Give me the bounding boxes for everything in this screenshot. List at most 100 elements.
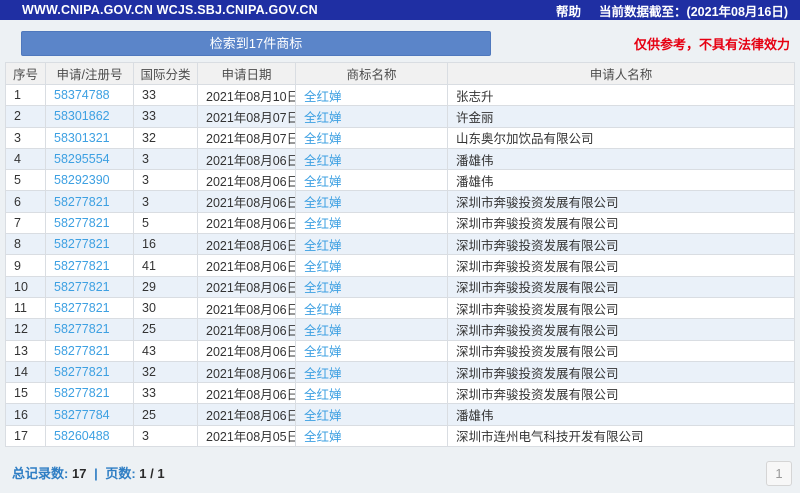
table-header-row: 序号申请/注册号国际分类申请日期商标名称申请人名称 xyxy=(6,63,795,85)
trademark-name-link[interactable]: 全红婵 xyxy=(304,367,342,381)
applicant-name-cell: 深圳市奔骏投资发展有限公司 xyxy=(448,340,795,361)
trademark-name-cell: 全红婵 xyxy=(296,212,448,233)
intl-class-cell: 33 xyxy=(134,383,198,404)
application-number-link[interactable]: 58277821 xyxy=(54,322,110,336)
table-row: 158374788332021年08月10日全红婵张志升 xyxy=(6,85,795,106)
trademark-name-link[interactable]: 全红婵 xyxy=(304,388,342,402)
column-header: 申请人名称 xyxy=(448,63,795,85)
application-number-link[interactable]: 58277821 xyxy=(54,365,110,379)
application-number-cell: 58301321 xyxy=(46,127,134,148)
application-number-link[interactable]: 58277821 xyxy=(54,301,110,315)
application-number-link[interactable]: 58277821 xyxy=(54,237,110,251)
application-number-link[interactable]: 58260488 xyxy=(54,429,110,443)
application-date-cell: 2021年08月06日 xyxy=(198,276,296,297)
trademark-name-link[interactable]: 全红婵 xyxy=(304,324,342,338)
trademark-name-link[interactable]: 全红婵 xyxy=(304,281,342,295)
applicant-name-cell: 深圳市奔骏投资发展有限公司 xyxy=(448,383,795,404)
row-index-cell: 17 xyxy=(6,425,46,446)
page-1-button[interactable]: 1 xyxy=(766,461,792,486)
column-header: 申请日期 xyxy=(198,63,296,85)
application-date-cell: 2021年08月07日 xyxy=(198,127,296,148)
trademark-name-link[interactable]: 全红婵 xyxy=(304,239,342,253)
trademark-name-link[interactable]: 全红婵 xyxy=(304,154,342,168)
intl-class-cell: 25 xyxy=(134,319,198,340)
intl-class-cell: 32 xyxy=(134,127,198,148)
column-header: 申请/注册号 xyxy=(46,63,134,85)
trademark-name-cell: 全红婵 xyxy=(296,297,448,318)
topbar: WWW.CNIPA.GOV.CN WCJS.SBJ.CNIPA.GOV.CN 帮… xyxy=(0,0,800,20)
trademark-name-cell: 全红婵 xyxy=(296,234,448,255)
toolbar: 检索到17件商标 仅供参考，不具有法律效力 xyxy=(21,31,792,56)
intl-class-cell: 3 xyxy=(134,170,198,191)
applicant-name-cell: 山东奥尔加饮品有限公司 xyxy=(448,127,795,148)
row-index-cell: 6 xyxy=(6,191,46,212)
application-number-cell: 58277821 xyxy=(46,212,134,233)
application-number-link[interactable]: 58277821 xyxy=(54,195,110,209)
results-tbody: 158374788332021年08月10日全红婵张志升258301862332… xyxy=(6,85,795,447)
row-index-cell: 14 xyxy=(6,361,46,382)
application-number-link[interactable]: 58277784 xyxy=(54,408,110,422)
intl-class-cell: 33 xyxy=(134,85,198,106)
application-date-cell: 2021年08月06日 xyxy=(198,234,296,255)
applicant-name-cell: 深圳市奔骏投资发展有限公司 xyxy=(448,361,795,382)
trademark-name-link[interactable]: 全红婵 xyxy=(304,90,342,104)
row-index-cell: 12 xyxy=(6,319,46,340)
application-number-link[interactable]: 58277821 xyxy=(54,259,110,273)
application-number-link[interactable]: 58374788 xyxy=(54,88,110,102)
help-link[interactable]: 帮助 xyxy=(556,1,581,20)
trademark-name-link[interactable]: 全红婵 xyxy=(304,409,342,423)
application-number-link[interactable]: 58277821 xyxy=(54,344,110,358)
application-number-link[interactable]: 58277821 xyxy=(54,216,110,230)
trademark-name-link[interactable]: 全红婵 xyxy=(304,430,342,444)
intl-class-cell: 33 xyxy=(134,106,198,127)
table-row: 858277821162021年08月06日全红婵深圳市奔骏投资发展有限公司 xyxy=(6,234,795,255)
application-date-cell: 2021年08月10日 xyxy=(198,85,296,106)
intl-class-cell: 25 xyxy=(134,404,198,425)
trademark-name-link[interactable]: 全红婵 xyxy=(304,175,342,189)
search-result-count-button[interactable]: 检索到17件商标 xyxy=(21,31,491,56)
application-number-link[interactable]: 58295554 xyxy=(54,152,110,166)
application-number-link[interactable]: 58277821 xyxy=(54,280,110,294)
application-number-cell: 58260488 xyxy=(46,425,134,446)
application-number-link[interactable]: 58301862 xyxy=(54,109,110,123)
applicant-name-cell: 深圳市奔骏投资发展有限公司 xyxy=(448,319,795,340)
trademark-name-link[interactable]: 全红婵 xyxy=(304,217,342,231)
application-date-cell: 2021年08月06日 xyxy=(198,148,296,169)
trademark-name-cell: 全红婵 xyxy=(296,106,448,127)
footer: 总记录数: 17 | 页数: 1 / 1 1 xyxy=(12,463,792,491)
application-number-cell: 58277784 xyxy=(46,404,134,425)
trademark-name-cell: 全红婵 xyxy=(296,148,448,169)
table-row: 1458277821322021年08月06日全红婵深圳市奔骏投资发展有限公司 xyxy=(6,361,795,382)
application-number-link[interactable]: 58301321 xyxy=(54,131,110,145)
trademark-name-link[interactable]: 全红婵 xyxy=(304,132,342,146)
row-index-cell: 13 xyxy=(6,340,46,361)
application-number-cell: 58277821 xyxy=(46,255,134,276)
trademark-name-cell: 全红婵 xyxy=(296,170,448,191)
trademark-name-link[interactable]: 全红婵 xyxy=(304,260,342,274)
applicant-name-cell: 深圳市奔骏投资发展有限公司 xyxy=(448,297,795,318)
row-index-cell: 5 xyxy=(6,170,46,191)
trademark-name-link[interactable]: 全红婵 xyxy=(304,111,342,125)
application-number-link[interactable]: 58292390 xyxy=(54,173,110,187)
table-row: 175826048832021年08月05日全红婵深圳市连州电气科技开发有限公司 xyxy=(6,425,795,446)
trademark-name-link[interactable]: 全红婵 xyxy=(304,196,342,210)
application-date-cell: 2021年08月06日 xyxy=(198,212,296,233)
column-header: 商标名称 xyxy=(296,63,448,85)
total-records-value: 17 xyxy=(72,466,86,481)
application-number-cell: 58277821 xyxy=(46,234,134,255)
row-index-cell: 2 xyxy=(6,106,46,127)
table-row: 75827782152021年08月06日全红婵深圳市奔骏投资发展有限公司 xyxy=(6,212,795,233)
intl-class-cell: 3 xyxy=(134,148,198,169)
application-number-cell: 58277821 xyxy=(46,340,134,361)
applicant-name-cell: 深圳市奔骏投资发展有限公司 xyxy=(448,255,795,276)
footer-separator: | xyxy=(90,466,102,481)
intl-class-cell: 32 xyxy=(134,361,198,382)
results-table: 序号申请/注册号国际分类申请日期商标名称申请人名称 15837478833202… xyxy=(5,62,795,447)
table-row: 1558277821332021年08月06日全红婵深圳市奔骏投资发展有限公司 xyxy=(6,383,795,404)
trademark-name-link[interactable]: 全红婵 xyxy=(304,303,342,317)
application-number-cell: 58292390 xyxy=(46,170,134,191)
row-index-cell: 8 xyxy=(6,234,46,255)
application-number-link[interactable]: 58277821 xyxy=(54,386,110,400)
applicant-name-cell: 许金丽 xyxy=(448,106,795,127)
trademark-name-link[interactable]: 全红婵 xyxy=(304,345,342,359)
